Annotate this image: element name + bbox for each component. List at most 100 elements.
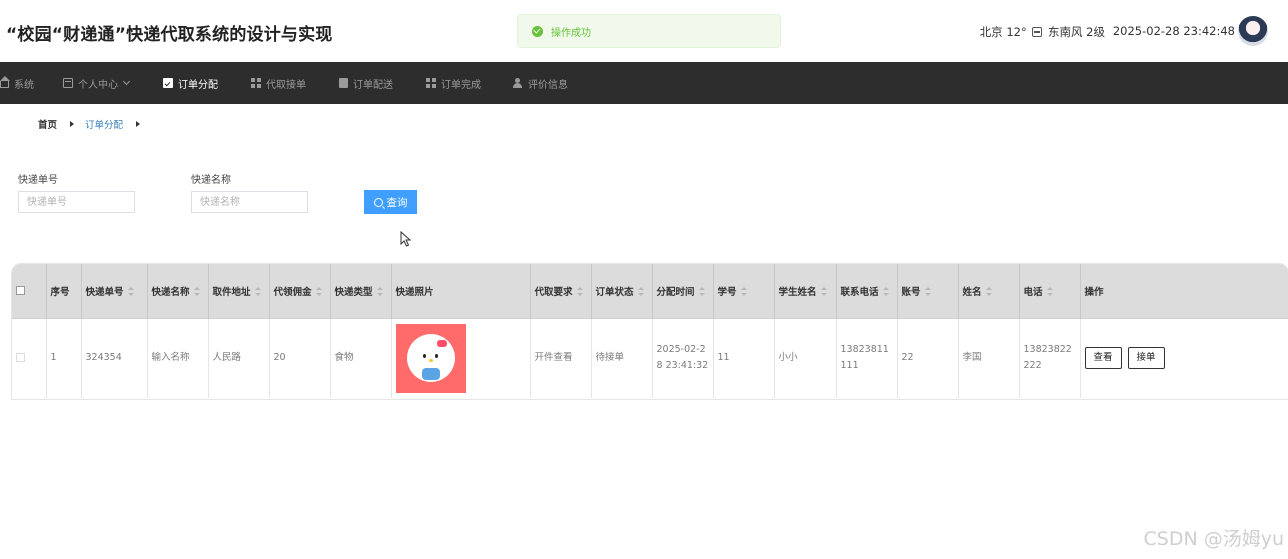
- nav-label: 评价信息: [528, 79, 568, 91]
- col-header-label: 代领佣金: [273, 286, 312, 298]
- sort-icon[interactable]: [576, 286, 583, 296]
- col-header-index: 序号: [46, 264, 82, 318]
- col-header-name[interactable]: 快递名称: [147, 264, 209, 318]
- nav-item-order-complete[interactable]: 订单完成: [426, 62, 481, 104]
- table-header-row: 序号 快递单号 快递名称 取件地址 代领佣金 快递类型 快递照片 代取要求 订单…: [12, 264, 1288, 318]
- sort-icon[interactable]: [740, 286, 747, 296]
- caret-right-icon: [136, 121, 141, 127]
- col-header-label: 取件地址: [212, 286, 251, 298]
- cell-require: 开件查看: [530, 317, 592, 398]
- col-header-label: 电话: [1023, 286, 1043, 298]
- nav-label: 订单分配: [178, 79, 218, 91]
- nav-label: 系统: [14, 79, 34, 91]
- col-header-label: 学生姓名: [778, 286, 817, 298]
- sort-icon[interactable]: [1046, 286, 1053, 296]
- nav-item-order-delivery[interactable]: 订单配送: [339, 62, 393, 104]
- nav-item-reviews[interactable]: 评价信息: [513, 62, 568, 104]
- top-nav: 系统 个人中心 订单分配 代取接单 订单配送 订单完成 评价信息: [0, 62, 1288, 104]
- sort-icon[interactable]: [820, 286, 827, 296]
- card-icon: [63, 78, 73, 88]
- sort-icon[interactable]: [376, 286, 383, 296]
- app-title: “校园“财递通”快递代取系统的设计与实现: [6, 25, 333, 45]
- col-header-status[interactable]: 订单状态: [591, 264, 653, 318]
- col-header-require[interactable]: 代取要求: [530, 264, 592, 318]
- courier-name-label: 快递名称: [191, 175, 231, 186]
- accept-order-button[interactable]: 接单: [1127, 347, 1165, 370]
- weather-city: 北京: [979, 25, 1003, 39]
- col-header-trackno[interactable]: 快递单号: [81, 264, 148, 318]
- cell-sid: 11: [713, 317, 775, 398]
- sort-icon[interactable]: [882, 286, 889, 296]
- cell-type: 食物: [330, 317, 392, 398]
- cell-name: 输入名称: [147, 317, 209, 398]
- sort-icon[interactable]: [315, 286, 322, 296]
- query-button-label: 查询: [386, 196, 408, 209]
- sort-icon[interactable]: [985, 286, 992, 296]
- user-avatar[interactable]: [1238, 16, 1268, 46]
- chevron-down-icon: [122, 77, 131, 86]
- sort-icon[interactable]: [637, 286, 644, 296]
- board-icon: [339, 78, 348, 88]
- col-header-phone[interactable]: 联系电话: [836, 264, 898, 318]
- grid-icon: [426, 78, 436, 88]
- home-icon: [0, 76, 10, 88]
- col-header-sname[interactable]: 学生姓名: [774, 264, 837, 318]
- col-header-rname[interactable]: 姓名: [958, 264, 1020, 318]
- row-select-cell: [12, 317, 47, 398]
- top-header: “校园“财递通”快递代取系统的设计与实现 操作成功 北京 12° 东南风 2级 …: [0, 0, 1288, 62]
- nav-label: 订单完成: [441, 79, 481, 91]
- nav-item-pickup-accept[interactable]: 代取接单: [251, 62, 306, 104]
- col-header-address[interactable]: 取件地址: [208, 264, 270, 318]
- col-header-label: 联系电话: [840, 286, 879, 298]
- cell-trackno: 324354: [81, 317, 148, 398]
- sort-icon[interactable]: [127, 286, 134, 296]
- grid-icon: [251, 78, 261, 88]
- nav-item-personal-center[interactable]: 个人中心: [63, 62, 131, 104]
- success-toast: 操作成功: [517, 14, 781, 48]
- cell-rphone: 13823822222: [1019, 317, 1081, 398]
- cell-address: 人民路: [208, 317, 270, 398]
- tracking-number-label: 快递单号: [18, 175, 58, 186]
- col-header-sid[interactable]: 学号: [713, 264, 775, 318]
- order-table: 序号 快递单号 快递名称 取件地址 代领佣金 快递类型 快递照片 代取要求 订单…: [11, 263, 1288, 400]
- nav-item-order-assign[interactable]: 订单分配: [163, 62, 218, 104]
- breadcrumb-home[interactable]: 首页: [38, 117, 57, 131]
- col-header-op: 操作: [1080, 264, 1288, 318]
- sort-icon[interactable]: [924, 286, 931, 296]
- col-header-type[interactable]: 快递类型: [330, 264, 392, 318]
- nav-item-system[interactable]: 系统: [0, 62, 34, 104]
- nav-label: 订单配送: [353, 79, 393, 91]
- cell-photo: [391, 317, 531, 398]
- col-header-label: 序号: [50, 286, 70, 298]
- query-button[interactable]: 查询: [364, 190, 417, 214]
- col-header-label: 快递单号: [85, 286, 124, 298]
- col-header-label: 学号: [717, 286, 737, 298]
- sort-icon[interactable]: [254, 286, 261, 296]
- select-all-cell: [12, 264, 47, 318]
- package-photo[interactable]: [395, 323, 466, 393]
- col-header-label: 姓名: [962, 286, 982, 298]
- sort-icon[interactable]: [698, 286, 705, 296]
- col-header-label: 快递类型: [334, 286, 373, 298]
- caret-right-icon: [70, 121, 75, 127]
- cell-rname: 李国: [958, 317, 1020, 398]
- col-header-fee[interactable]: 代领佣金: [269, 264, 331, 318]
- nav-label: 代取接单: [266, 79, 306, 91]
- sort-icon[interactable]: [193, 286, 200, 296]
- weather-widget: 北京 12° 东南风 2级: [980, 24, 1105, 40]
- check-circle-icon: [532, 25, 543, 37]
- cell-op: 查看 接单: [1080, 317, 1288, 398]
- nav-label: 个人中心: [78, 79, 118, 91]
- courier-name-input[interactable]: [191, 191, 308, 213]
- col-header-rphone[interactable]: 电话: [1019, 264, 1081, 318]
- col-header-photo: 快递照片: [391, 264, 531, 318]
- view-button[interactable]: 查看: [1084, 347, 1122, 370]
- row-checkbox[interactable]: [16, 353, 25, 363]
- cell-status: 待接单: [591, 317, 653, 398]
- col-header-label: 操作: [1084, 286, 1104, 298]
- col-header-time[interactable]: 分配时间: [652, 264, 714, 318]
- select-all-checkbox[interactable]: [16, 286, 25, 296]
- cell-index: 1: [46, 317, 82, 398]
- col-header-account[interactable]: 账号: [897, 264, 959, 318]
- tracking-number-input[interactable]: [18, 191, 135, 213]
